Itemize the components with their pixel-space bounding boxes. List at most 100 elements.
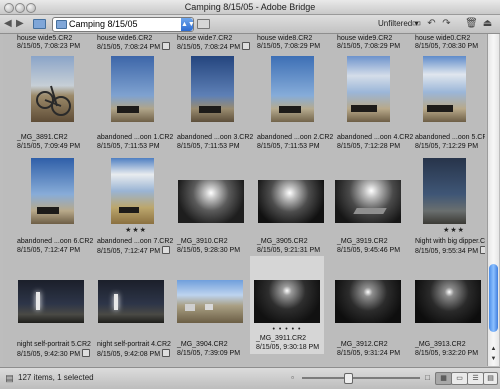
thumbnail-cell[interactable]: _MG_3905.CR2 8/15/05, 9:21:31 PM: [257, 156, 335, 258]
scroll-down-arrow-icon[interactable]: ▼: [489, 354, 498, 364]
thumbnail-cell[interactable]: house wide0.CR2 8/15/05, 7:08:30 PM: [415, 34, 485, 50]
thumbnail-cell[interactable]: _MG_3891.CR2 8/15/05, 7:09:49 PM: [17, 54, 95, 154]
back-arrow-icon[interactable]: ◀: [4, 18, 12, 30]
thumbnail-image: [111, 56, 154, 122]
up-folder-icon[interactable]: [197, 19, 210, 29]
versions-view-button[interactable]: ▤: [483, 372, 498, 385]
panel-toggle-icon[interactable]: ▤: [3, 372, 16, 384]
thumbnail-cell[interactable]: ★★★ abandoned ...oon 7.CR2 8/15/05, 7:12…: [97, 156, 175, 258]
thumbnail-date: 8/15/05, 7:09:49 PM: [17, 143, 81, 150]
camera-raw-badge-icon: [82, 349, 91, 357]
thumbnail-image: [335, 280, 401, 323]
vertical-scrollbar[interactable]: ▲ ▼: [487, 34, 499, 366]
trash-icon[interactable]: 🗑: [465, 18, 478, 30]
thumbnail-cell[interactable]: abandoned ...oon 1.CR2 8/15/05, 7:11:53 …: [97, 54, 175, 154]
window-title-bar: Camping 8/15/05 - Adobe Bridge: [0, 0, 500, 15]
scrollbar-thumb[interactable]: [489, 264, 498, 332]
thumbnail-image: [347, 56, 390, 122]
thumbnail-cell[interactable]: abandoned ...oon 6.CR2 8/15/05, 7:12:47 …: [17, 156, 95, 258]
thumbnail-date: 8/15/05, 9:42:30 PM: [17, 351, 81, 358]
thumbnail-filename: _MG_3913.CR2: [415, 341, 466, 348]
unmount-icon[interactable]: ⏏: [481, 18, 494, 30]
thumbnail-filename: abandoned ...oon 1.CR2: [97, 134, 174, 141]
thumbnail-cell[interactable]: _MG_3913.CR2 8/15/05, 9:32:20 PM: [415, 260, 485, 360]
camera-raw-badge-icon: [162, 349, 171, 357]
thumbnail-filename: abandoned ...oon 4.CR2: [337, 134, 414, 141]
thumbnail-date: 8/15/05, 7:11:53 PM: [177, 143, 240, 150]
thumbnail-date: 8/15/05, 7:08:23 PM: [17, 43, 81, 50]
thumbnail-filename: abandoned ...oon 2.CR2: [257, 134, 334, 141]
minimize-window-button[interactable]: [15, 3, 25, 13]
thumbnail-image: [31, 56, 74, 122]
scroll-up-arrow-icon[interactable]: ▲: [489, 344, 498, 354]
thumbnail-image: [111, 158, 154, 224]
zoom-out-icon[interactable]: ▫: [286, 372, 299, 384]
thumbnail-size-slider[interactable]: [302, 377, 420, 379]
thumbnail-date: 8/15/05, 7:08:24 PM: [177, 44, 241, 51]
thumbnail-image: [415, 280, 481, 323]
zoom-in-icon[interactable]: □: [421, 372, 434, 384]
thumbnail-cell[interactable]: house wide5.CR2 8/15/05, 7:08:23 PM: [17, 34, 95, 50]
status-text: 127 items, 1 selected: [18, 373, 94, 382]
thumbnail-filename: _MG_3904.CR2: [177, 341, 228, 348]
new-folder-icon[interactable]: ▭: [410, 18, 423, 30]
thumbnail-cell[interactable]: house wide7.CR2 8/15/05, 7:08:24 PM: [177, 34, 255, 51]
thumbnail-cell[interactable]: ★★★ Night with big dipper.CR2 8/15/05, 9…: [415, 156, 485, 258]
thumbnail-view-button[interactable]: ▦: [435, 372, 452, 385]
thumbnail-date: 8/15/05, 9:31:24 PM: [337, 350, 401, 357]
details-view-button[interactable]: ☰: [467, 372, 484, 385]
thumbnail-image: [191, 56, 234, 122]
thumbnail-date: 8/15/05, 9:45:46 PM: [337, 247, 401, 254]
thumbnail-image: [31, 158, 74, 224]
thumbnail-image: [178, 180, 244, 223]
thumbnail-cell[interactable]: abandoned ...oon 5.CR2 8/15/05, 7:12:29 …: [415, 54, 485, 154]
filmstrip-view-button[interactable]: ▭: [451, 372, 468, 385]
thumbnail-date: 8/15/05, 7:08:29 PM: [257, 43, 321, 50]
thumbnail-filename: _MG_3910.CR2: [177, 238, 228, 245]
thumbnail-cell[interactable]: house wide8.CR2 8/15/05, 7:08:29 PM: [257, 34, 335, 50]
thumbnail-cell[interactable]: abandoned ...oon 2.CR2 8/15/05, 7:11:53 …: [257, 54, 335, 154]
thumbnail-cell[interactable]: _MG_3919.CR2 8/15/05, 9:45:46 PM: [335, 156, 415, 258]
thumbnail-cell[interactable]: _MG_3910.CR2 8/15/05, 9:28:30 PM: [177, 156, 255, 258]
thumbnail-date: 8/15/05, 7:08:24 PM: [97, 44, 161, 51]
rotate-left-icon[interactable]: ↶: [425, 18, 438, 30]
thumbnail-date: 8/15/05, 7:12:29 PM: [415, 143, 479, 150]
thumbnail-cell[interactable]: _MG_3912.CR2 8/15/05, 9:31:24 PM: [335, 260, 415, 360]
thumbnail-image: [423, 158, 466, 224]
rating-dots[interactable]: • • • • •: [250, 326, 324, 333]
slider-knob[interactable]: [344, 373, 353, 384]
thumbnail-date: 8/15/05, 7:12:28 PM: [337, 143, 401, 150]
thumbnail-date: 8/15/05, 9:28:30 PM: [177, 247, 241, 254]
zoom-window-button[interactable]: [26, 3, 36, 13]
thumbnail-cell[interactable]: _MG_3904.CR2 8/15/05, 7:39:09 PM: [177, 260, 255, 360]
thumbnail-filename: abandoned ...oon 6.CR2: [17, 238, 94, 245]
rotate-right-icon[interactable]: ↷: [440, 18, 453, 30]
thumbnail-cell[interactable]: house wide6.CR2 8/15/05, 7:08:24 PM: [97, 34, 175, 51]
thumbnail-cell[interactable]: abandoned ...oon 3.CR2 8/15/05, 7:11:53 …: [177, 54, 255, 154]
thumbnail-date: 8/15/05, 7:39:09 PM: [177, 350, 241, 357]
thumbnail-cell[interactable]: house wide9.CR2 8/15/05, 7:08:29 PM: [337, 34, 415, 50]
thumbnail-date: 8/15/05, 9:21:31 PM: [257, 247, 321, 254]
close-window-button[interactable]: [4, 3, 14, 13]
forward-arrow-icon[interactable]: ▶: [16, 18, 24, 30]
thumbnail-cell[interactable]: abandoned ...oon 4.CR2 8/15/05, 7:12:28 …: [337, 54, 415, 154]
folder-path-dropdown[interactable]: Camping 8/15/05 ▲▼: [52, 17, 195, 32]
thumbnail-cell[interactable]: night self-portrait 5.CR2 8/15/05, 9:42:…: [17, 260, 95, 360]
folder-path-icon: [56, 20, 67, 29]
thumbnail-filename: night self-portrait 5.CR2: [17, 341, 91, 348]
thumbnail-cell[interactable]: night self-portrait 4.CR2 8/15/05, 9:42:…: [97, 260, 175, 360]
camera-raw-badge-icon: [242, 42, 251, 50]
camera-raw-badge-icon: [480, 246, 485, 254]
chevron-down-icon[interactable]: ▲▼: [181, 18, 195, 31]
thumbnail-date: 8/15/05, 9:30:18 PM: [256, 344, 320, 351]
folder-icon[interactable]: [33, 19, 46, 29]
status-bar: ▤ 127 items, 1 selected ▫ □ ▦ ▭ ☰ ▤: [0, 367, 500, 389]
thumbnail-cell-selected[interactable]: • • • • • _MG_3911.CR2 8/15/05, 9:30:18 …: [250, 256, 324, 354]
thumbnail-date: 8/15/05, 7:12:47 PM: [17, 247, 81, 254]
thumbnail-filename: abandoned ...oon 7.CR2: [97, 238, 174, 245]
thumbnail-date: 8/15/05, 7:08:30 PM: [415, 43, 479, 50]
camera-raw-badge-icon: [162, 42, 171, 50]
filter-label: Unfiltered: [378, 19, 413, 28]
thumbnail-date: 8/15/05, 7:12:47 PM: [97, 248, 161, 255]
rating-stars: ★★★: [125, 227, 147, 234]
